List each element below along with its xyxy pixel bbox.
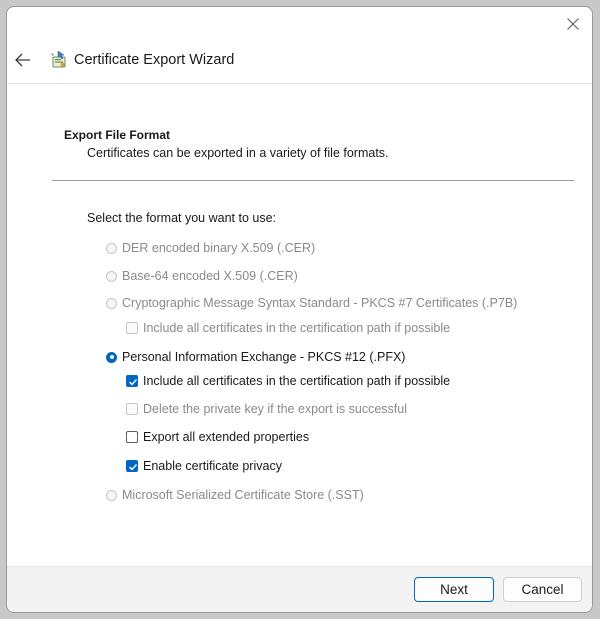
radio-option-sst[interactable]: Microsoft Serialized Certificate Store (…: [106, 488, 364, 502]
checkbox-label: Export all extended properties: [143, 430, 310, 444]
radio-button[interactable]: [106, 242, 117, 254]
radio-label: Cryptographic Message Syntax Standard - …: [122, 296, 518, 310]
checkbox-delete-private-key[interactable]: Delete the private key if the export is …: [126, 402, 407, 416]
section-title: Export File Format: [64, 128, 171, 142]
header-divider: [52, 180, 574, 181]
radio-label: Base-64 encoded X.509 (.CER): [122, 269, 298, 283]
cancel-button[interactable]: Cancel: [503, 577, 582, 602]
radio-option-base64[interactable]: Base-64 encoded X.509 (.CER): [106, 269, 298, 283]
wizard-header: Certificate Export Wizard: [7, 41, 592, 84]
radio-option-pkcs7[interactable]: Cryptographic Message Syntax Standard - …: [106, 296, 517, 310]
checkbox[interactable]: [126, 431, 138, 443]
radio-option-der[interactable]: DER encoded binary X.509 (.CER): [106, 241, 315, 255]
radio-button[interactable]: [106, 489, 117, 501]
title-bar: [7, 7, 592, 41]
certificate-export-dialog: Certificate Export Wizard Export File Fo…: [6, 6, 593, 613]
radio-option-pkcs12[interactable]: Personal Information Exchange - PKCS #12…: [106, 350, 405, 364]
radio-label: DER encoded binary X.509 (.CER): [122, 241, 316, 255]
close-button[interactable]: [564, 15, 582, 33]
radio-button[interactable]: [106, 297, 117, 309]
back-button[interactable]: [13, 51, 33, 69]
dialog-footer: Next Cancel: [7, 566, 592, 612]
radio-label: Personal Information Exchange - PKCS #12…: [122, 350, 406, 364]
checkbox-label: Enable certificate privacy: [143, 459, 282, 473]
checkmark-icon: [129, 464, 138, 471]
wizard-title: Certificate Export Wizard: [74, 52, 235, 68]
next-button[interactable]: Next: [414, 577, 494, 602]
back-arrow-icon[interactable]: [13, 51, 33, 69]
checkbox[interactable]: [126, 460, 138, 472]
checkbox-export-extended-properties[interactable]: Export all extended properties: [126, 430, 309, 444]
radio-label: Microsoft Serialized Certificate Store (…: [122, 488, 364, 502]
checkbox-label: Include all certificates in the certific…: [143, 374, 451, 388]
format-prompt: Select the format you want to use:: [87, 211, 276, 225]
checkbox-pfx-include-all-certs[interactable]: Include all certificates in the certific…: [126, 374, 450, 388]
checkbox-p7b-include-all-certs[interactable]: Include all certificates in the certific…: [126, 321, 450, 335]
checkbox[interactable]: [126, 375, 138, 387]
checkbox[interactable]: [126, 322, 138, 334]
checkbox-enable-certificate-privacy[interactable]: Enable certificate privacy: [126, 459, 282, 473]
checkbox-label: Delete the private key if the export is …: [143, 402, 408, 416]
checkbox[interactable]: [126, 403, 138, 415]
checkbox-label: Include all certificates in the certific…: [143, 321, 451, 335]
checkmark-icon: [129, 379, 138, 386]
section-description: Certificates can be exported in a variet…: [87, 146, 389, 160]
radio-button-selected[interactable]: [106, 351, 117, 363]
close-icon[interactable]: [564, 15, 582, 33]
radio-button[interactable]: [106, 270, 117, 282]
certificate-wizard-icon: [49, 50, 69, 70]
